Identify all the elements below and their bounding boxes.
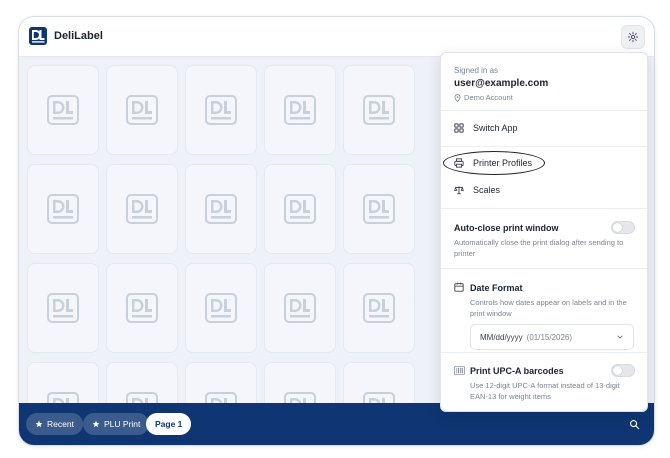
placeholder-logo-icon bbox=[47, 293, 79, 323]
signed-in-label: Signed in as bbox=[454, 66, 499, 75]
account-type: Demo Account bbox=[454, 93, 513, 102]
gear-icon bbox=[627, 31, 639, 43]
product-tile[interactable] bbox=[343, 263, 415, 353]
placeholder-logo-icon bbox=[284, 194, 316, 224]
product-tile[interactable] bbox=[185, 362, 257, 405]
product-tile[interactable] bbox=[106, 65, 178, 155]
placeholder-logo-icon bbox=[126, 194, 158, 224]
product-tile[interactable] bbox=[343, 362, 415, 405]
auto-close-description: Automatically close the print dialog aft… bbox=[454, 238, 624, 258]
placeholder-logo-icon bbox=[284, 95, 316, 125]
upc-a-title: Print UPC-A barcodes bbox=[470, 366, 564, 376]
recent-tab-label: Recent bbox=[47, 419, 74, 429]
auto-close-section: Auto-close print window Automatically cl… bbox=[441, 209, 647, 269]
search-button[interactable] bbox=[622, 412, 646, 436]
recent-tab[interactable]: Recent bbox=[26, 413, 83, 435]
product-tile[interactable] bbox=[106, 164, 178, 254]
page1-tab[interactable]: Page 1 bbox=[146, 413, 192, 435]
product-tile[interactable] bbox=[264, 263, 336, 353]
toggle-knob bbox=[613, 223, 622, 232]
product-tile[interactable] bbox=[106, 362, 178, 405]
auto-close-toggle[interactable] bbox=[611, 221, 635, 234]
placeholder-logo-icon bbox=[126, 293, 158, 323]
date-format-title: Date Format bbox=[470, 283, 523, 293]
toggle-knob bbox=[613, 366, 622, 375]
switch-app-section: Switch App bbox=[441, 111, 647, 147]
delilabel-logo bbox=[29, 27, 47, 45]
star-icon bbox=[92, 420, 100, 428]
product-tile[interactable] bbox=[27, 65, 99, 155]
product-tile[interactable] bbox=[27, 263, 99, 353]
user-email: user@example.com bbox=[454, 78, 549, 89]
date-format-value: MM/dd/yyyy bbox=[480, 332, 523, 342]
product-tile[interactable] bbox=[27, 362, 99, 405]
placeholder-logo-icon bbox=[205, 194, 237, 224]
placeholder-logo-icon bbox=[363, 194, 395, 224]
placeholder-logo-icon bbox=[205, 293, 237, 323]
search-icon bbox=[629, 419, 639, 429]
switch-app-item[interactable]: Switch App bbox=[454, 123, 518, 133]
placeholder-logo-icon bbox=[126, 95, 158, 125]
product-tile[interactable] bbox=[264, 362, 336, 405]
calendar-icon bbox=[454, 282, 464, 292]
scales-label: Scales bbox=[473, 185, 501, 195]
placeholder-logo-icon bbox=[205, 95, 237, 125]
scales-item[interactable]: Scales bbox=[454, 185, 500, 195]
product-tile[interactable] bbox=[185, 164, 257, 254]
plu-print-tab-label: PLU Print bbox=[104, 419, 141, 429]
date-format-description: Controls how dates appear on labels and … bbox=[470, 298, 627, 318]
date-format-example: (01/15/2026) bbox=[526, 332, 573, 342]
product-tile[interactable] bbox=[106, 263, 178, 353]
upc-a-description: Use 12-digit UPC-A format instead of 13-… bbox=[470, 381, 620, 401]
placeholder-logo-icon bbox=[284, 293, 316, 323]
date-format-select[interactable]: MM/dd/yyyy (01/15/2026) bbox=[470, 324, 634, 350]
location-pin-icon bbox=[454, 93, 461, 102]
product-tile[interactable] bbox=[264, 65, 336, 155]
star-icon bbox=[35, 420, 43, 428]
product-tile[interactable] bbox=[185, 65, 257, 155]
upc-a-toggle[interactable] bbox=[611, 364, 635, 377]
product-tile[interactable] bbox=[264, 164, 336, 254]
placeholder-logo-icon bbox=[363, 293, 395, 323]
chevron-down-icon bbox=[617, 335, 623, 339]
app-title: DeliLabel bbox=[54, 30, 103, 42]
placeholder-logo-icon bbox=[363, 95, 395, 125]
product-tile[interactable] bbox=[185, 263, 257, 353]
settings-dropdown: Signed in as user@example.com Demo Accou… bbox=[440, 52, 648, 412]
upc-a-section: Print UPC-A barcodes Use 12-digit UPC-A … bbox=[441, 353, 647, 411]
placeholder-logo-icon bbox=[47, 95, 79, 125]
top-bar: DeliLabel bbox=[19, 17, 654, 57]
barcode-icon bbox=[454, 366, 465, 375]
switch-app-label: Switch App bbox=[473, 123, 518, 133]
auto-close-title: Auto-close print window bbox=[454, 223, 559, 233]
account-section: Signed in as user@example.com Demo Accou… bbox=[441, 53, 647, 111]
account-type-label: Demo Account bbox=[464, 93, 513, 102]
date-format-section: Date Format Controls how dates appear on… bbox=[441, 269, 647, 353]
product-tile[interactable] bbox=[343, 65, 415, 155]
placeholder-logo-icon bbox=[47, 194, 79, 224]
settings-button[interactable] bbox=[621, 25, 645, 49]
product-tile[interactable] bbox=[27, 164, 99, 254]
highlight-ellipse bbox=[443, 151, 545, 175]
page1-tab-label: Page 1 bbox=[155, 419, 183, 429]
plu-print-tab[interactable]: PLU Print bbox=[83, 413, 150, 435]
product-tile[interactable] bbox=[343, 164, 415, 254]
grid-icon bbox=[454, 123, 464, 133]
scale-icon bbox=[454, 186, 464, 195]
